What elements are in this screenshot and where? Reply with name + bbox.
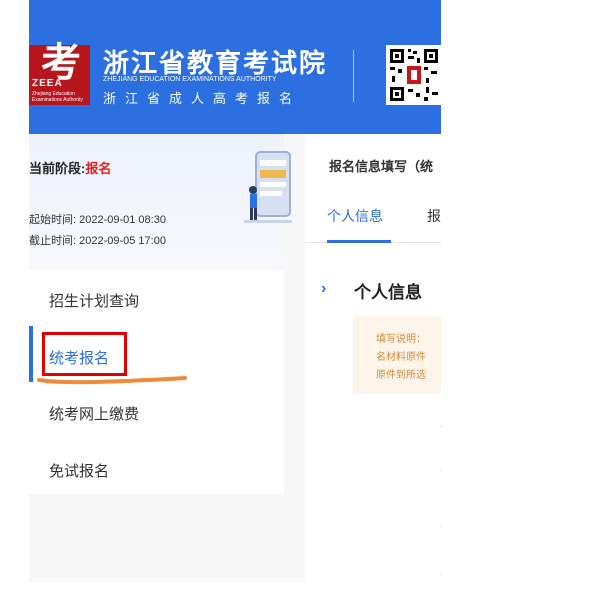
tab-personal-info[interactable]: 个人信息 <box>327 206 383 226</box>
end-time: 截止时间: 2022-09-05 17:00 <box>29 235 166 247</box>
site-title: 浙江省教育考试院 <box>103 49 328 79</box>
active-indicator <box>29 326 33 382</box>
stage-label: 当前阶段: <box>29 161 86 176</box>
site-subtitle-en: ZHEJIANG EDUCATION EXAMINATIONS AUTHORIT… <box>103 76 277 83</box>
divider-mark <box>440 426 441 427</box>
notice-line: 原件到所选 <box>376 370 426 381</box>
divider-mark <box>440 470 441 471</box>
start-time: 起始时间: 2022-09-01 08:30 <box>29 214 166 226</box>
qr-code-icon <box>386 45 441 105</box>
notice-box: 填写说明： 名材料原件 原件到所选 <box>353 316 441 394</box>
menu-item-enrollment-plan[interactable]: 招生计划查询 <box>49 290 139 311</box>
site-header: 考 ZEEA Zhejiang Education Examinations A… <box>29 0 441 134</box>
section-title: 个人信息 <box>354 283 422 302</box>
logo-small-text: Zhejiang Education Examinations Authorit… <box>32 91 83 103</box>
annotation-scribble <box>37 376 187 385</box>
logo-abbr: ZEEA <box>32 78 63 89</box>
site-subtitle-cn: 浙江省成人高考报名 <box>103 91 302 106</box>
current-stage: 当前阶段:报名 <box>29 158 111 177</box>
zeea-logo[interactable]: 考 ZEEA Zhejiang Education Examinations A… <box>29 41 90 105</box>
menu-item-exempt-registration[interactable]: 免试报名 <box>49 460 109 481</box>
notice-line: 填写说明： <box>376 334 426 345</box>
breadcrumb: 报名信息填写（统 <box>329 159 434 174</box>
divider-mark <box>440 574 441 575</box>
notice-line: 名材料原件 <box>376 352 426 363</box>
stage-value: 报名 <box>85 161 112 176</box>
divider-mark <box>440 526 441 527</box>
phone-illustration-icon <box>244 150 292 230</box>
main-panel: 报名信息填写（统 个人信息 报 › 个人信息 填写说明： 名材料原件 原件到所选 <box>305 134 441 582</box>
chevron-right-icon: › <box>321 280 327 297</box>
tab-underline <box>327 240 391 243</box>
app-frame: 考 ZEEA Zhejiang Education Examinations A… <box>29 0 441 582</box>
menu-item-online-payment[interactable]: 统考网上缴费 <box>49 403 139 424</box>
header-divider <box>353 50 354 102</box>
tab-bar: 个人信息 报 <box>305 196 441 243</box>
tab-registration[interactable]: 报 <box>427 206 441 226</box>
